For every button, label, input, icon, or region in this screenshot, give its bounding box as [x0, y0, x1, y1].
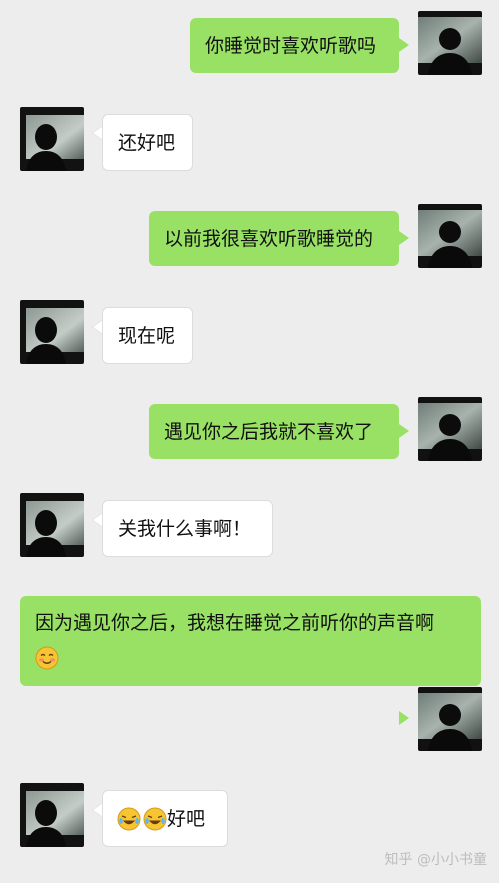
portrait-girl-icon: [20, 300, 84, 364]
message-text: 遇见你之后我就不喜欢了: [164, 420, 374, 443]
bubble-tail: [399, 38, 409, 52]
portrait-boy-icon: [418, 11, 482, 75]
message-text: 关我什么事啊！: [118, 517, 252, 540]
portrait-girl-icon: [20, 107, 84, 171]
avatar-me[interactable]: [418, 687, 482, 751]
avatar-contact[interactable]: [20, 783, 84, 847]
message-text: 因为遇见你之后，我想在睡觉之前听你的声音啊: [35, 612, 435, 634]
message-bubble-received[interactable]: 关我什么事啊！: [102, 500, 273, 557]
message-text: 你睡觉时喜欢听歌吗: [205, 34, 377, 57]
bubble-tail: [399, 231, 409, 245]
avatar-me[interactable]: [418, 397, 482, 461]
message-text: 以前我很喜欢听歌睡觉的: [164, 227, 374, 250]
crying-laughing-emoji: [117, 807, 141, 830]
bubble-tail: [399, 711, 409, 725]
message-text: 现在呢: [118, 324, 176, 347]
blushing-smile-emoji: [35, 646, 59, 669]
portrait-boy-icon: [418, 397, 482, 461]
portrait-girl-icon: [20, 493, 84, 557]
message-bubble-sent[interactable]: 你睡觉时喜欢听歌吗: [190, 18, 399, 73]
portrait-boy-icon: [418, 204, 482, 268]
message-text: 还好吧: [118, 131, 176, 154]
watermark: 知乎 @小小书童: [384, 852, 487, 868]
avatar-contact[interactable]: [20, 493, 84, 557]
message-bubble-sent[interactable]: 因为遇见你之后，我想在睡觉之前听你的声音啊: [20, 596, 481, 686]
message-bubble-received[interactable]: 现在呢: [102, 307, 193, 364]
message-bubble-received[interactable]: 好吧: [102, 790, 228, 847]
portrait-girl-icon: [20, 783, 84, 847]
crying-laughing-emoji: [143, 807, 167, 830]
avatar-me[interactable]: [418, 204, 482, 268]
message-bubble-received[interactable]: 还好吧: [102, 114, 193, 171]
avatar-me[interactable]: [418, 11, 482, 75]
avatar-contact[interactable]: [20, 107, 84, 171]
bubble-tail: [399, 424, 409, 438]
avatar-contact[interactable]: [20, 300, 84, 364]
message-bubble-sent[interactable]: 以前我很喜欢听歌睡觉的: [149, 211, 399, 266]
portrait-boy-icon: [418, 687, 482, 751]
message-bubble-sent[interactable]: 遇见你之后我就不喜欢了: [149, 404, 399, 459]
message-text: 好吧: [167, 807, 206, 830]
